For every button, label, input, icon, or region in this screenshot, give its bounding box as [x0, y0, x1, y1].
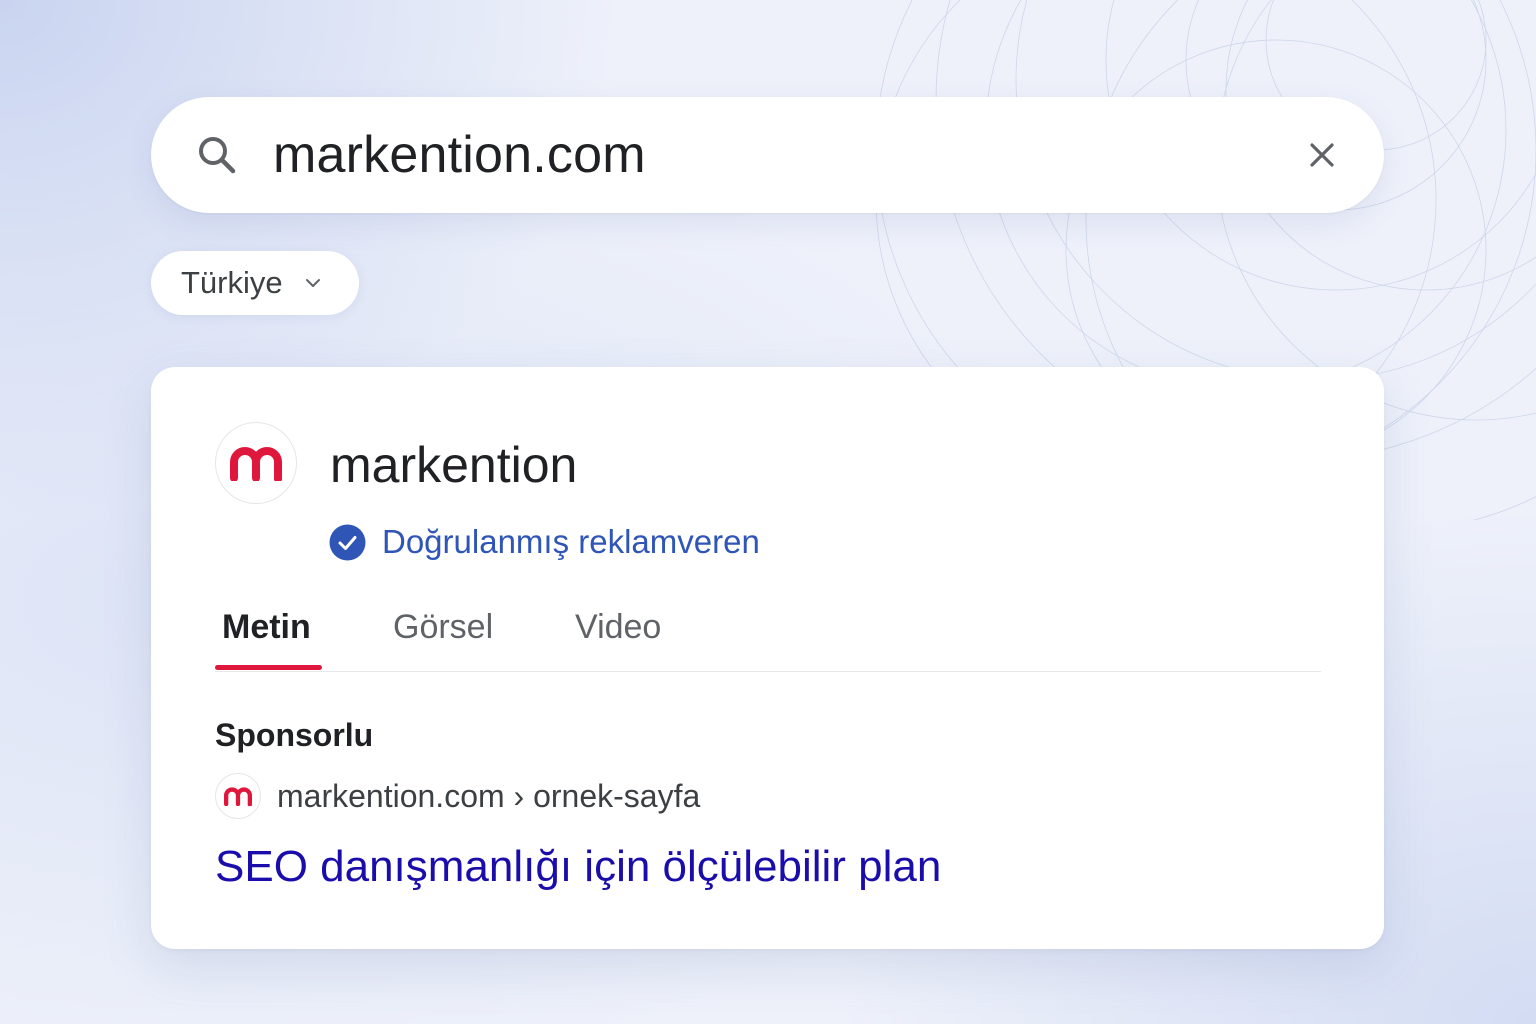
tab-gorsel[interactable]: Görsel: [393, 607, 493, 647]
format-tabs: Metin Görsel Video: [215, 599, 1321, 672]
ad-favicon: [215, 773, 261, 819]
search-bar[interactable]: [151, 97, 1384, 213]
tab-metin[interactable]: Metin: [222, 607, 311, 647]
search-input[interactable]: [273, 123, 1173, 187]
check-badge-icon: [329, 524, 366, 560]
advertiser-card: markention Doğrulanmış reklamveren Metin…: [151, 367, 1384, 949]
search-icon[interactable]: [197, 135, 237, 175]
region-filter-label: Türkiye: [181, 265, 283, 300]
close-icon[interactable]: [1306, 139, 1338, 171]
region-filter-dropdown[interactable]: Türkiye: [151, 251, 359, 315]
ad-title-link[interactable]: SEO danışmanlığı için ölçülebilir plan: [215, 839, 941, 895]
chevron-down-icon: [305, 279, 320, 287]
advertiser-logo[interactable]: [215, 422, 297, 504]
ad-display-url[interactable]: markention.com › ornek-sayfa: [277, 776, 700, 816]
tab-video[interactable]: Video: [575, 607, 661, 647]
advertiser-name: markention: [330, 437, 578, 493]
markention-logo: [230, 447, 282, 481]
ad-url-row: markention.com › ornek-sayfa: [215, 773, 700, 819]
verified-advertiser-badge: Doğrulanmış reklamveren: [329, 522, 760, 562]
markention-logo-small: [224, 787, 252, 806]
sponsored-label: Sponsorlu: [215, 717, 374, 753]
active-tab-indicator: [215, 665, 322, 670]
verified-label: Doğrulanmış reklamveren: [382, 523, 760, 560]
